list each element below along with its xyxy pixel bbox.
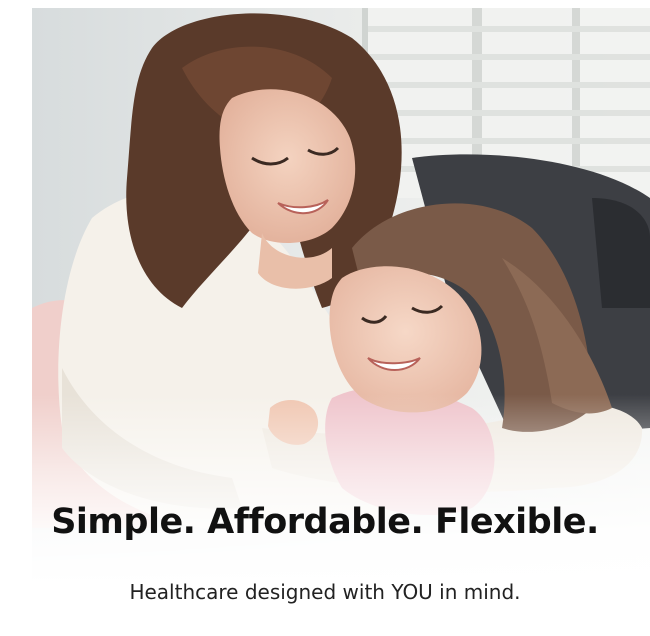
ad-subline: Healthcare designed with YOU in mind. — [129, 580, 521, 604]
ad-headline: Simple. Affordable. Flexible. — [51, 502, 599, 542]
healthcare-ad-banner: Simple. Affordable. Flexible. Healthcare… — [0, 0, 650, 636]
